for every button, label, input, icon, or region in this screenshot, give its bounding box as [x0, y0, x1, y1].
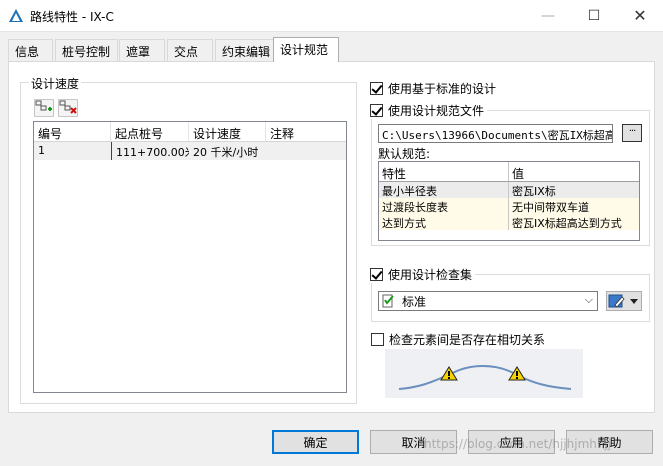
tab-info[interactable]: 信息 — [8, 39, 53, 61]
tab-constraint-editing[interactable]: 约束编辑 — [215, 39, 277, 61]
design-check-set-group: 使用设计检查集 标准 ⌵ — [370, 266, 650, 322]
criteria-file-path-field[interactable]: C:\Users\13966\Documents\密瓦IX标超高数 — [378, 124, 613, 143]
column-header-number[interactable]: 编号 — [34, 122, 111, 141]
prop-header-property: 特性 — [379, 162, 509, 181]
column-header-design-speed[interactable]: 设计速度 — [189, 122, 266, 141]
cell-design-speed[interactable]: 20 千米/小时 — [189, 142, 266, 160]
prop-key: 最小半径表 — [379, 182, 509, 198]
maximize-icon: ☐ — [587, 7, 601, 24]
tab-design-criteria[interactable]: 设计规范 — [273, 37, 339, 62]
browse-button[interactable]: ··· — [622, 124, 642, 142]
cell-notes[interactable] — [266, 142, 346, 160]
tangency-label: 检查元素间是否存在相切关系 — [389, 333, 546, 347]
prop-header-value: 值 — [512, 167, 525, 181]
tangency-illustration — [385, 349, 583, 398]
design-criteria-page: 设计速度 编号 起点桩号 设计速度 注释 1 111+700.00米 20 千米… — [8, 61, 655, 413]
tab-pi[interactable]: 交点 — [167, 39, 213, 61]
delete-row-icon — [59, 100, 77, 114]
apply-button[interactable]: 应用 — [468, 430, 555, 454]
delete-speed-button[interactable] — [58, 99, 78, 117]
help-button[interactable]: 帮助 — [566, 430, 653, 454]
prop-value[interactable]: 密瓦IX标 — [509, 182, 639, 198]
check-set-icon — [382, 294, 394, 308]
prop-row-transition-length[interactable]: 过渡段长度表 无中间带双车道 — [379, 198, 639, 214]
chevron-down-icon: ⌵ — [584, 293, 593, 306]
close-button[interactable]: ✕ — [617, 0, 663, 31]
prop-row-min-radius[interactable]: 最小半径表 密瓦IX标 — [379, 182, 639, 198]
column-header-notes[interactable]: 注释 — [266, 122, 346, 141]
tab-station-control[interactable]: 桩号控制 — [55, 39, 118, 61]
add-row-icon — [35, 100, 52, 111]
criteria-file-group: 使用设计规范文件 C:\Users\13966\Documents\密瓦IX标超… — [370, 102, 650, 246]
check-set-selected: 标准 — [402, 294, 427, 309]
use-check-set-label: 使用设计检查集 — [388, 268, 473, 282]
check-set-dropdown[interactable]: 标准 ⌵ — [378, 291, 598, 311]
edit-style-icon — [608, 294, 638, 308]
check-set-edit-button[interactable] — [606, 291, 642, 311]
column-header-start-station[interactable]: 起点桩号 — [111, 122, 189, 141]
cell-start-station[interactable]: 111+700.00米 — [111, 142, 189, 160]
close-icon: ✕ — [633, 6, 647, 25]
tangency-checkbox[interactable]: 检查元素间是否存在相切关系 — [371, 331, 545, 348]
design-speed-group: 设计速度 编号 起点桩号 设计速度 注释 1 111+700.00米 20 千米… — [20, 75, 357, 404]
design-speed-label: 设计速度 — [29, 75, 82, 92]
checkbox-box — [370, 268, 383, 281]
prop-value[interactable]: 无中间带双车道 — [509, 198, 639, 214]
checkbox-box — [370, 82, 383, 95]
use-criteria-file-checkbox[interactable]: 使用设计规范文件 — [370, 102, 488, 119]
tab-masks[interactable]: 遮罩 — [119, 39, 165, 61]
use-criteria-checkbox[interactable]: 使用基于标准的设计 — [370, 80, 496, 97]
checkbox-box — [370, 104, 383, 117]
window-title: 路线特性 - IX-C — [30, 10, 114, 24]
default-criteria-table[interactable]: 特性 值 最小半径表 密瓦IX标 过渡段长度表 无中间带双车道 达到方式 密瓦I… — [378, 161, 640, 241]
prop-header-row: 特性 值 — [379, 162, 639, 182]
ok-button[interactable]: 确定 — [272, 430, 359, 454]
minimize-button[interactable]: — — [525, 0, 571, 31]
design-speed-grid[interactable]: 编号 起点桩号 设计速度 注释 1 111+700.00米 20 千米/小时 — [33, 121, 347, 393]
grid-header: 编号 起点桩号 设计速度 注释 — [34, 122, 346, 142]
prop-key: 达到方式 — [379, 214, 509, 230]
civil3d-app-icon — [9, 9, 23, 22]
use-criteria-file-label: 使用设计规范文件 — [388, 104, 485, 118]
checkbox-box — [371, 333, 384, 346]
prop-value[interactable]: 密瓦IX标超高达到方式 — [509, 214, 639, 230]
prop-key: 过渡段长度表 — [379, 198, 509, 214]
cancel-button[interactable]: 取消 — [370, 430, 457, 454]
add-speed-button[interactable] — [34, 99, 54, 117]
default-criteria-label: 默认规范: — [378, 147, 431, 161]
minimize-icon: — — [541, 7, 555, 24]
maximize-button[interactable]: ☐ — [571, 0, 617, 31]
use-check-set-checkbox[interactable]: 使用设计检查集 — [370, 266, 476, 283]
table-row[interactable]: 1 111+700.00米 20 千米/小时 — [34, 142, 346, 160]
prop-row-attainment-method[interactable]: 达到方式 密瓦IX标超高达到方式 — [379, 214, 639, 230]
title-bar: 路线特性 - IX-C — ☐ ✕ — [0, 0, 663, 32]
use-criteria-label: 使用基于标准的设计 — [388, 82, 497, 96]
cell-number[interactable]: 1 — [34, 142, 111, 160]
